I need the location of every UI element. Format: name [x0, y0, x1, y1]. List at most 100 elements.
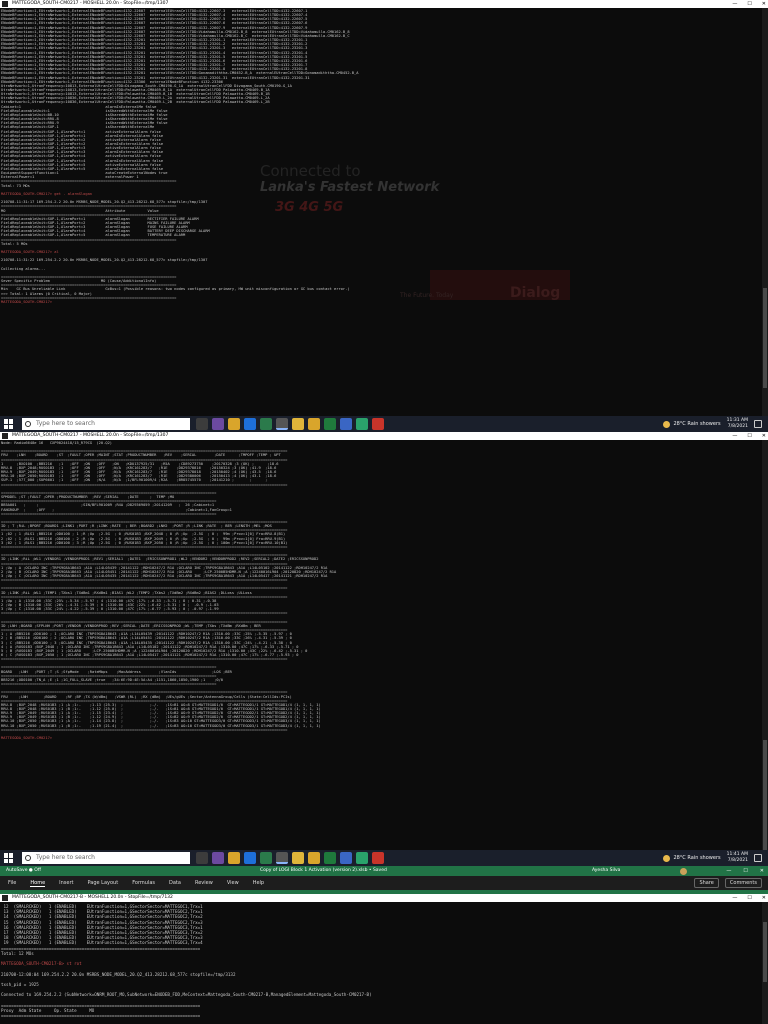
terminal-output[interactable]: 12 (SMALRCKED) 1 (ENABLED) EUtranFunctio…	[1, 904, 762, 1024]
tab-formulas[interactable]: Formulas	[132, 880, 155, 886]
scrollbar[interactable]	[762, 8, 768, 416]
autosave-toggle[interactable]: AutoSave ● Off	[6, 866, 41, 876]
terminal-window-3: MATTEGODA_SOUTH-CM0217-B - MOSHELL 20.0n…	[0, 894, 768, 1024]
terminal-line: MATTEGODA_SOUTH-CM0217>	[1, 736, 53, 741]
terminal-app-icon	[2, 895, 8, 901]
task-view-icon[interactable]	[196, 852, 208, 864]
search-placeholder: Type here to search	[36, 420, 95, 427]
tab-review[interactable]: Review	[195, 880, 213, 886]
app-icon[interactable]	[372, 852, 384, 864]
weather-text: 28°C Rain showers	[673, 421, 721, 427]
tab-home[interactable]: Home	[30, 880, 46, 887]
minimize-button[interactable]: —	[732, 432, 737, 440]
close-button[interactable]: ✕	[762, 0, 766, 8]
outlook-icon[interactable]	[340, 852, 352, 864]
tab-file[interactable]: File	[8, 880, 16, 886]
tab-data[interactable]: Data	[169, 880, 181, 886]
folder-icon[interactable]	[308, 418, 320, 430]
document-title: Copy of LOGI Block 1 Activation (version…	[260, 868, 387, 873]
edge-icon[interactable]	[244, 852, 256, 864]
excel-header: AutoSave ● Off Copy of LOGI Block 1 Acti…	[0, 866, 768, 894]
maximize-button[interactable]: ☐	[747, 432, 751, 440]
weather-icon	[663, 420, 671, 428]
excel-icon[interactable]	[260, 418, 272, 430]
maximize-button[interactable]: ☐	[747, 894, 751, 902]
weather-widget[interactable]: 28°C Rain showers	[663, 854, 721, 862]
taskbar-search-box[interactable]: Type here to search	[22, 852, 190, 864]
terminal-window-2: MATTEGODA_SOUTH-CM0217 - MOSHELL 20.0n -…	[0, 432, 768, 850]
app-icon[interactable]	[372, 418, 384, 430]
system-clock[interactable]: 11:31 AM 7/8/2021	[727, 418, 748, 430]
minimize-button[interactable]: —	[732, 894, 737, 902]
excel-icon[interactable]	[260, 852, 272, 864]
clock-date: 7/8/2021	[727, 858, 748, 863]
app-icon[interactable]	[356, 852, 368, 864]
clock-date: 7/8/2021	[727, 424, 748, 429]
terminal-line: ========================================…	[1, 1013, 201, 1019]
window-title: MATTEGODA_SOUTH-CM0217 - MOSHELL 20.0n -…	[12, 433, 169, 438]
windows-start-icon[interactable]	[4, 853, 14, 863]
task-view-icon[interactable]	[196, 418, 208, 430]
folder-icon[interactable]	[308, 852, 320, 864]
notification-icon[interactable]	[754, 854, 762, 862]
maximize-button[interactable]: ☐	[743, 866, 747, 876]
scrollbar[interactable]	[762, 902, 768, 1024]
window-titlebar[interactable]: MATTEGODA_SOUTH-CM0217-B - MOSHELL 20.0n…	[0, 894, 768, 902]
scrollbar[interactable]	[762, 440, 768, 850]
scrollbar-thumb[interactable]	[763, 740, 767, 850]
terminal-icon[interactable]	[276, 418, 288, 430]
taskbar: Type here to search 28°C Rain showers 11…	[0, 850, 768, 866]
scrollbar-thumb[interactable]	[763, 288, 767, 388]
app-icon[interactable]	[212, 852, 224, 864]
search-placeholder: Type here to search	[36, 854, 95, 861]
user-name[interactable]: Ayesha Silva	[592, 866, 620, 876]
window-titlebar[interactable]: MATTEGODA_SOUTH-CM0217 - MOSHELL 20.0n -…	[0, 0, 768, 8]
app-icon[interactable]	[356, 418, 368, 430]
tab-help[interactable]: Help	[253, 880, 264, 886]
scrollbar-thumb[interactable]	[763, 922, 767, 982]
terminal-line: MATTEGODA_SOUTH-CM0217>	[1, 299, 53, 304]
terminal-output[interactable]: Node: Radio6648e 16 CXP9024418/15_R79CG …	[1, 441, 762, 850]
terminal-app-icon	[2, 433, 8, 439]
chrome-icon[interactable]	[292, 418, 304, 430]
close-button[interactable]: ✕	[760, 866, 764, 876]
notification-icon[interactable]	[754, 420, 762, 428]
comments-button[interactable]: Comments	[724, 878, 762, 888]
app-icon[interactable]	[212, 418, 224, 430]
spreadsheet-icon[interactable]	[324, 418, 336, 430]
window-titlebar[interactable]: MATTEGODA_SOUTH-CM0217 - MOSHELL 20.0n -…	[0, 432, 768, 440]
outlook-icon[interactable]	[340, 418, 352, 430]
taskbar-search-box[interactable]: Type here to search	[22, 418, 190, 430]
spreadsheet-icon[interactable]	[324, 852, 336, 864]
window-title: MATTEGODA_SOUTH-CM0217 - MOSHELL 20.0n -…	[12, 1, 169, 6]
minimize-button[interactable]: —	[732, 0, 737, 8]
terminal-window-1: MATTEGODA_SOUTH-CM0217 - MOSHELL 20.0n -…	[0, 0, 768, 416]
window-title: MATTEGODA_SOUTH-CM0217-B - MOSHELL 20.0n…	[12, 895, 173, 900]
weather-widget[interactable]: 28°C Rain showers	[663, 420, 721, 428]
weather-icon	[663, 854, 671, 862]
tab-page-layout[interactable]: Page Layout	[87, 880, 118, 886]
system-clock[interactable]: 11:41 AM 7/8/2021	[727, 852, 748, 864]
ribbon-tabs: File Home Insert Page Layout Formulas Data Rev…	[0, 876, 768, 890]
chrome-icon[interactable]	[292, 852, 304, 864]
file-explorer-icon[interactable]	[228, 852, 240, 864]
terminal-icon[interactable]	[276, 852, 288, 864]
edge-icon[interactable]	[244, 418, 256, 430]
share-button[interactable]: Share	[694, 878, 719, 888]
windows-start-icon[interactable]	[4, 419, 14, 429]
search-icon	[25, 855, 31, 861]
maximize-button[interactable]: ☐	[747, 0, 751, 8]
tab-view[interactable]: View	[227, 880, 239, 886]
search-icon	[25, 421, 31, 427]
file-explorer-icon[interactable]	[228, 418, 240, 430]
close-button[interactable]: ✕	[762, 432, 766, 440]
minimize-button[interactable]: —	[726, 866, 731, 876]
avatar[interactable]	[680, 868, 687, 875]
excel-titlebar: AutoSave ● Off Copy of LOGI Block 1 Acti…	[0, 866, 768, 876]
weather-text: 28°C Rain showers	[673, 855, 721, 861]
close-button[interactable]: ✕	[762, 894, 766, 902]
tab-insert[interactable]: Insert	[59, 880, 73, 886]
taskbar: Type here to search 28°C Rain showers 11…	[0, 416, 768, 432]
terminal-app-icon	[2, 1, 8, 7]
terminal-output[interactable]: ENodeBFunction=1,EUtraNetwork=1,External…	[1, 9, 762, 416]
